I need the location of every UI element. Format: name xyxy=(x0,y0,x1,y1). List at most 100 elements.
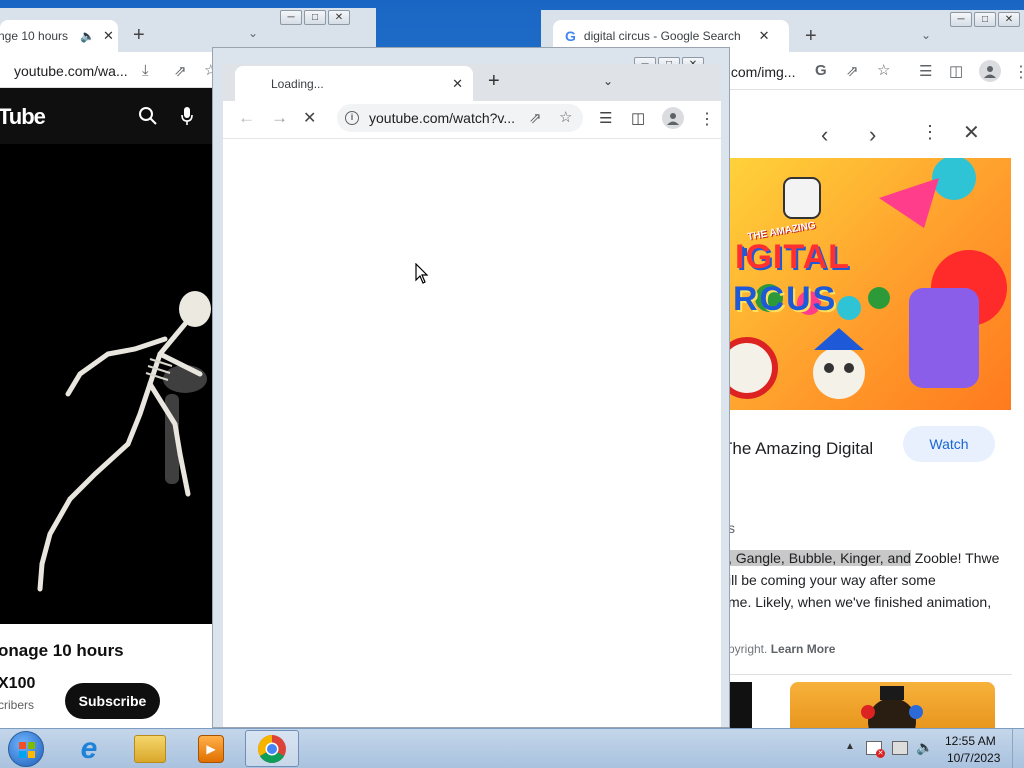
chrome-taskbar-button[interactable] xyxy=(245,730,299,767)
tab-title: Loading... xyxy=(271,76,324,91)
address-bar[interactable]: i youtube.com/watch?v... xyxy=(337,104,583,132)
profile-avatar[interactable] xyxy=(979,60,1001,82)
learn-more-link[interactable]: Learn More xyxy=(771,642,836,656)
forward-arrow-icon[interactable]: → xyxy=(271,108,288,128)
network-icon[interactable] xyxy=(892,741,908,755)
description-line1: Zooble! Thwe xyxy=(910,550,1000,566)
share-icon[interactable]: ⇗ xyxy=(846,62,859,80)
subscribe-label: Subscribe xyxy=(78,693,147,709)
address-url: youtube.com/wa... xyxy=(14,63,128,79)
description-text: , Gangle, Bubble, Kinger, and Zooble! Th… xyxy=(728,547,1020,613)
address-url: .com/img... xyxy=(727,64,796,80)
side-panel-icon[interactable]: ◫ xyxy=(949,62,963,80)
close-viewer-icon[interactable]: ✕ xyxy=(963,120,980,145)
tab-title: digital circus - Google Search xyxy=(583,29,741,43)
minimize-button[interactable]: ─ xyxy=(950,12,972,27)
side-panel-icon[interactable]: ◫ xyxy=(631,109,645,127)
clock-time[interactable]: 12:55 AM xyxy=(945,734,996,748)
divider xyxy=(728,674,1012,675)
reading-list-icon[interactable]: ☰ xyxy=(919,62,932,80)
mouse-cursor xyxy=(415,263,429,285)
window-controls: ─ □ ✕ xyxy=(280,10,350,25)
loading-tab-icon xyxy=(247,77,261,91)
new-tab-icon[interactable]: + xyxy=(133,24,145,47)
chevron-down-icon[interactable]: ⌄ xyxy=(248,26,258,40)
browser-tab[interactable]: nge 10 hours 🔈 ✕ xyxy=(0,20,118,52)
action-center-icon[interactable]: ✕ xyxy=(866,741,885,758)
left-window-border xyxy=(213,138,223,727)
site-info-icon[interactable]: i xyxy=(345,111,359,125)
speaker-icon[interactable]: 🔈 xyxy=(80,29,95,43)
show-hidden-icons-icon[interactable]: ▲ xyxy=(845,741,855,752)
video-player[interactable] xyxy=(0,144,212,624)
result-title[interactable]: The Amazing Digital xyxy=(722,439,873,459)
star-icon[interactable]: ☆ xyxy=(559,108,572,126)
google-logo-icon: G xyxy=(565,28,576,44)
right-window-border xyxy=(721,138,729,727)
copyright-text: pyright. xyxy=(728,642,768,656)
chevron-down-icon[interactable]: ⌄ xyxy=(921,28,931,42)
taskbar: e ▶ ▲ ✕ 🔈 12:55 AM 10/7/2023 xyxy=(0,728,1024,768)
more-options-icon[interactable]: ⋮ xyxy=(921,122,939,143)
youtube-logo-text[interactable]: Tube xyxy=(0,104,46,130)
menu-icon[interactable]: ⋮ xyxy=(1013,62,1024,82)
reading-list-icon[interactable]: ☰ xyxy=(599,109,612,127)
skeleton-image xyxy=(37,291,211,592)
description-line2: ill be coming your way after some xyxy=(728,572,936,588)
maximize-button[interactable]: □ xyxy=(974,12,996,27)
chevron-down-icon[interactable]: ⌄ xyxy=(603,74,613,88)
address-url: youtube.com/watch?v... xyxy=(369,110,516,126)
internet-explorer-icon[interactable]: e xyxy=(72,732,106,766)
next-arrow-icon[interactable]: › xyxy=(869,122,876,148)
subscriber-count: cribers xyxy=(0,698,35,712)
watch-label: Watch xyxy=(929,436,969,452)
result-image[interactable]: THE AMAZING IGITAL RCUS xyxy=(729,158,1011,410)
close-window-button[interactable]: ✕ xyxy=(328,10,350,25)
close-tab-icon[interactable]: ✕ xyxy=(452,76,463,92)
address-bar[interactable]: .com/img... xyxy=(727,60,811,84)
description-highlight: , Gangle, Bubble, Kinger, and xyxy=(728,550,911,566)
microphone-icon[interactable] xyxy=(180,106,194,126)
chrome-icon xyxy=(258,734,286,763)
browser-tab[interactable]: Loading... ✕ xyxy=(235,66,473,101)
download-icon[interactable]: ⤓ xyxy=(142,62,149,79)
watch-button[interactable]: Watch xyxy=(903,426,995,462)
minimize-button[interactable]: ─ xyxy=(280,10,302,25)
search-icon[interactable] xyxy=(138,106,158,126)
start-button[interactable] xyxy=(8,731,44,767)
description-line3: me. Likely, when we've finished animatio… xyxy=(728,594,992,610)
share-icon[interactable]: ⇗ xyxy=(174,62,187,80)
menu-icon[interactable]: ⋮ xyxy=(699,109,715,129)
close-tab-icon[interactable]: ✕ xyxy=(103,28,114,44)
window-controls: ─ □ ✕ xyxy=(950,12,1020,27)
related-image-2[interactable] xyxy=(790,682,995,728)
image-title-mid: IGITAL xyxy=(735,238,850,276)
clock-date[interactable]: 10/7/2023 xyxy=(947,751,1000,765)
related-image-1[interactable] xyxy=(728,682,752,728)
loading-browser-window: ─ □ ✕ Loading... ✕ + ⌄ ← → ✕ i youtube.c… xyxy=(212,47,730,728)
profile-avatar[interactable] xyxy=(662,107,684,129)
show-desktop-button[interactable] xyxy=(1012,729,1024,768)
stop-loading-icon[interactable]: ✕ xyxy=(303,108,316,128)
google-lens-icon[interactable]: G xyxy=(815,62,827,79)
close-window-button[interactable]: ✕ xyxy=(998,12,1020,27)
channel-name[interactable]: X100 xyxy=(0,675,35,693)
previous-arrow-icon[interactable]: ‹ xyxy=(821,122,828,148)
back-arrow-icon[interactable]: ← xyxy=(238,108,255,128)
maximize-button[interactable]: □ xyxy=(304,10,326,25)
share-icon[interactable]: ⇗ xyxy=(529,109,542,127)
page-content xyxy=(223,138,721,727)
close-tab-icon[interactable]: ✕ xyxy=(759,28,770,44)
video-title: onage 10 hours xyxy=(0,641,124,660)
volume-muted-icon[interactable]: 🔈 xyxy=(916,739,933,756)
media-player-icon[interactable]: ▶ xyxy=(198,735,224,763)
tab-title: nge 10 hours xyxy=(0,29,69,43)
subscribe-button[interactable]: Subscribe xyxy=(65,683,160,719)
address-bar[interactable]: youtube.com/wa... xyxy=(0,59,220,83)
star-icon[interactable]: ☆ xyxy=(877,61,890,79)
image-title-bot: RCUS xyxy=(733,280,838,318)
file-explorer-icon[interactable] xyxy=(134,735,166,763)
new-tab-icon[interactable]: + xyxy=(488,70,500,93)
new-tab-icon[interactable]: + xyxy=(805,25,817,48)
copyright-note: pyright. Learn More xyxy=(728,642,835,656)
